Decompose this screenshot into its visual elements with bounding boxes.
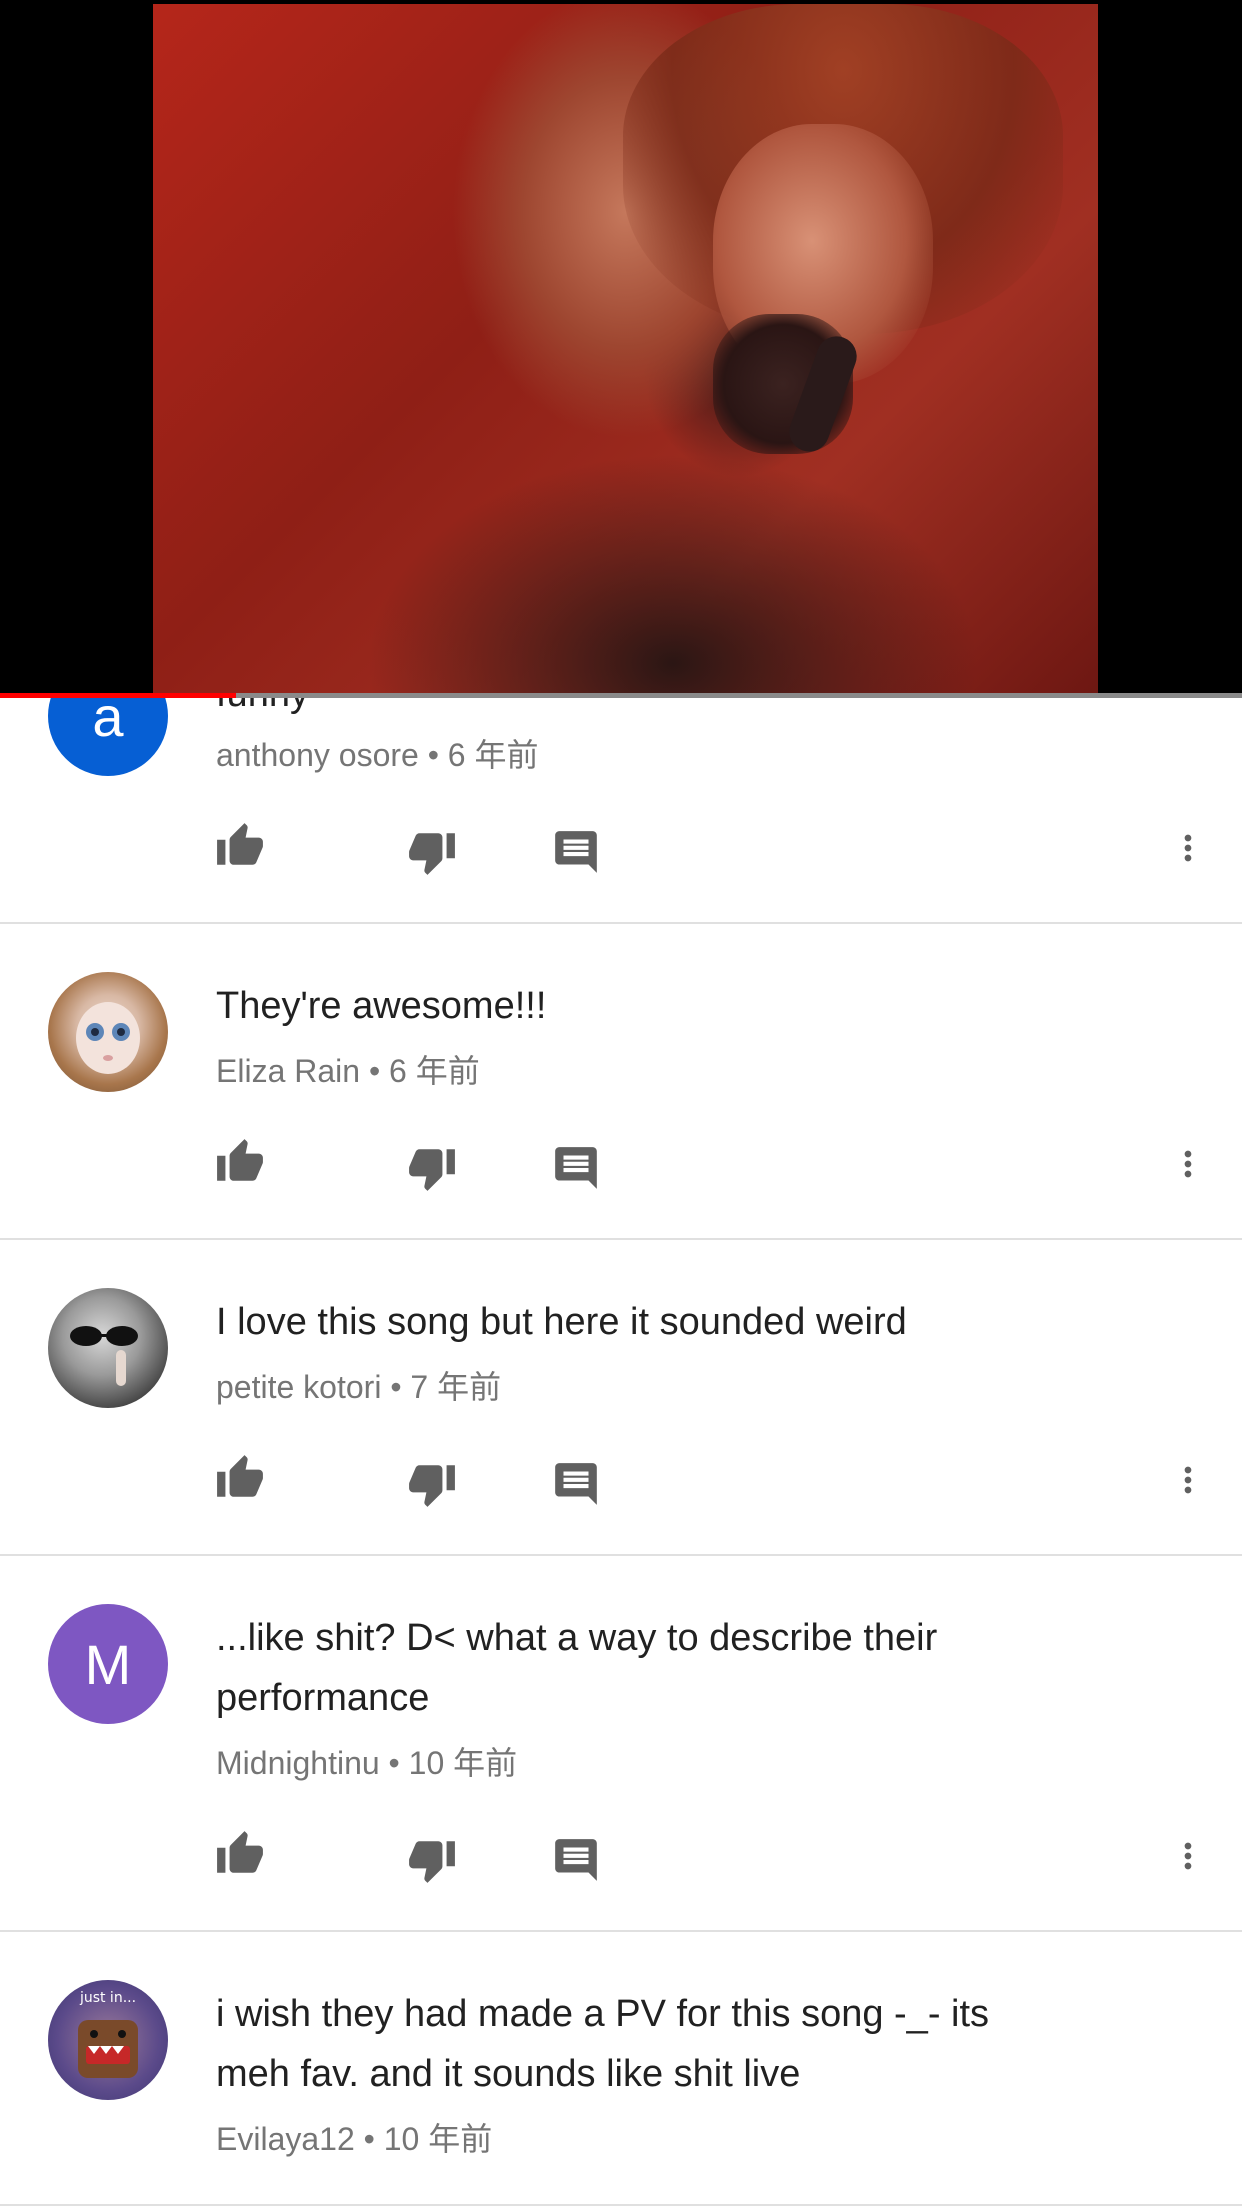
comment-menu-button[interactable] [1162, 1830, 1214, 1882]
comment-text: I love this song but here it sounded wei… [216, 1301, 907, 1343]
reply-button[interactable] [550, 826, 602, 878]
comment-meta: petite kotori • 7 年前 [216, 1362, 501, 1408]
comment-author[interactable]: Evilaya12 [216, 2121, 355, 2157]
video-player[interactable] [0, 0, 1242, 698]
like-button[interactable] [214, 1136, 266, 1188]
comment-text: i wish they had made a PV for this song … [216, 1993, 990, 2095]
comment-time: 6 年前 [389, 1053, 480, 1089]
comment-author[interactable]: petite kotori [216, 1369, 381, 1405]
avatar-letter: M [84, 1632, 132, 1696]
avatar[interactable] [48, 972, 168, 1092]
comment-time: 10 年前 [383, 2121, 493, 2157]
thumb-down-icon [409, 1841, 455, 1883]
comment-menu-button[interactable] [1162, 1138, 1214, 1190]
divider [0, 1930, 1242, 1932]
avatar[interactable]: M [48, 1604, 168, 1724]
comment-time: 6 年前 [447, 737, 539, 773]
comment-time: 7 年前 [410, 1369, 502, 1405]
thumb-up-icon [217, 823, 263, 865]
thumb-down-icon [409, 833, 455, 875]
domo-avatar-image: just in... [78, 1990, 138, 2078]
comment-icon [555, 1839, 597, 1881]
divider [0, 922, 1242, 924]
reply-button[interactable] [550, 1834, 602, 1886]
comment-author[interactable]: anthony osore [216, 737, 419, 773]
reply-button[interactable] [550, 1458, 602, 1510]
comment-meta: anthony osore • 6 年前 [216, 730, 539, 776]
comment-icon [555, 831, 597, 873]
divider [0, 2204, 1242, 2206]
comment-icon [555, 1147, 597, 1189]
like-button[interactable] [214, 1452, 266, 1504]
doll-avatar-image [76, 1002, 140, 1074]
meta-separator: • [381, 1369, 411, 1405]
more-vertical-icon [1184, 1150, 1192, 1178]
divider [0, 1238, 1242, 1240]
avatar[interactable] [48, 1288, 168, 1408]
video-frame [153, 4, 1098, 698]
comment-author[interactable]: Eliza Rain [216, 1053, 360, 1089]
thumb-down-icon [409, 1149, 455, 1191]
meta-separator: • [379, 1745, 409, 1781]
comment-menu-button[interactable] [1162, 822, 1214, 874]
comment-meta: Midnightinu • 10 年前 [216, 1738, 517, 1784]
dislike-button[interactable] [406, 1142, 458, 1194]
meta-separator: • [360, 1053, 390, 1089]
like-button[interactable] [214, 820, 266, 872]
avatar[interactable]: just in... [48, 1980, 168, 2100]
comment-meta: Evilaya12 • 10 年前 [216, 2114, 492, 2160]
thumb-up-icon [217, 1455, 263, 1497]
comment-menu-button[interactable] [1162, 1454, 1214, 1506]
meta-separator: • [418, 737, 448, 773]
sunglasses-avatar-image [70, 1326, 138, 1386]
comment-text: They're awesome!!! [216, 985, 547, 1027]
video-progress-played [0, 693, 236, 698]
dislike-button[interactable] [406, 1458, 458, 1510]
meta-separator: • [354, 2121, 384, 2157]
divider [0, 1554, 1242, 1556]
reply-button[interactable] [550, 1142, 602, 1194]
avatar-caption: just in... [79, 1990, 136, 2006]
comment-icon [555, 1463, 597, 1505]
more-vertical-icon [1184, 1842, 1192, 1870]
more-vertical-icon [1184, 834, 1192, 862]
thumb-down-icon [409, 1465, 455, 1507]
more-vertical-icon [1184, 1466, 1192, 1494]
video-progress-bar[interactable] [0, 693, 1242, 698]
thumb-up-icon [217, 1139, 263, 1181]
thumb-up-icon [217, 1831, 263, 1873]
dislike-button[interactable] [406, 826, 458, 878]
comment-time: 10 年前 [408, 1745, 518, 1781]
like-button[interactable] [214, 1828, 266, 1880]
comment-meta: Eliza Rain • 6 年前 [216, 1046, 480, 1092]
dislike-button[interactable] [406, 1834, 458, 1886]
comment-author[interactable]: Midnightinu [216, 1745, 380, 1781]
comment-text: ...like shit? D< what a way to describe … [216, 1617, 938, 1719]
